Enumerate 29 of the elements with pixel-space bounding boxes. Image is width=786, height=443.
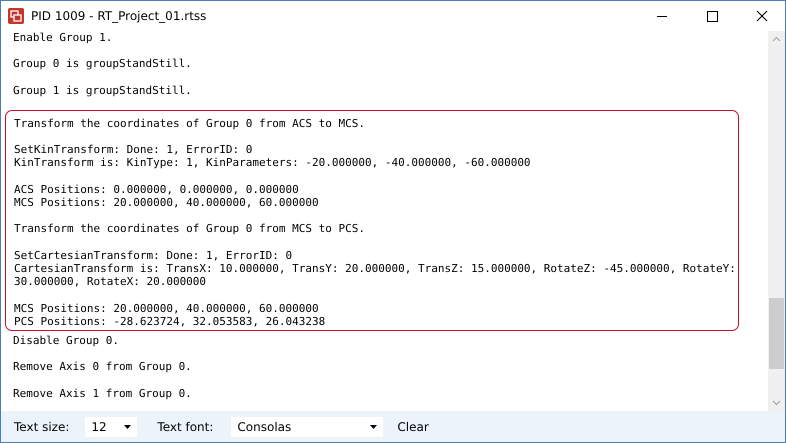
log-line: SetKinTransform: Done: 1, ErrorID: 0 xyxy=(14,143,254,156)
text-size-dropdown[interactable]: 12 xyxy=(85,416,138,436)
app-icon xyxy=(8,8,24,24)
text-font-label: Text font: xyxy=(157,420,214,434)
log-line: Remove Axis 1 from Group 0. xyxy=(13,386,193,400)
log-line: Enable Group 1. xyxy=(13,31,114,44)
text-font-dropdown[interactable]: Consolas xyxy=(231,416,384,436)
log-line: MCS Positions: 20.000000, 40.000000, 60.000000 xyxy=(14,196,320,210)
log-line: ACS Positions: 0.000000, 0.000000, 0.000000 xyxy=(14,182,300,196)
clear-button[interactable]: Clear xyxy=(393,418,433,436)
scrollbar[interactable] xyxy=(768,31,785,411)
text-size-value: 12 xyxy=(91,420,107,434)
log-line: CartesianTransform is: TransX: 10.000000, TransY: 20.000000, TransZ: 15.000000, RotateZ: -45.000000, RotateY: 30.000000, RotateX: 20.000000 xyxy=(14,262,737,289)
log-line: Group 1 is groupStandStill. xyxy=(13,84,193,97)
caret-icon xyxy=(124,424,132,428)
log-line: Disable Group 0. xyxy=(13,334,120,348)
log-line: MCS Positions: 20.000000, 40.000000, 60.000000 xyxy=(14,302,320,315)
log-line: KinTransform is: KinType: 1, KinParameters: -20.000000, -40.000000, -60.000000 xyxy=(14,156,532,170)
text-size-label: Text size: xyxy=(14,420,70,434)
scroll-thumb[interactable] xyxy=(769,298,784,369)
log-line: PCS Positions: -28.623724, 32.053583, 26.043238 xyxy=(14,314,326,328)
log-line: Transform the coordinates of Group 0 from ACS to MCS. xyxy=(14,116,366,130)
log-line: Remove Axis 0 from Group 0. xyxy=(13,360,193,374)
log-line: Group 0 is groupStandStill. xyxy=(13,57,193,71)
log-line: SetCartesianTransform: Done: 1, ErrorID: 0 xyxy=(14,248,294,262)
window-title: PID 1009 - RT_Project_01.rtss xyxy=(31,9,208,23)
caret-icon xyxy=(370,424,378,428)
log-line: Transform the coordinates of Group 0 from MCS to PCS. xyxy=(14,222,366,236)
text-font-value: Consolas xyxy=(237,420,292,434)
